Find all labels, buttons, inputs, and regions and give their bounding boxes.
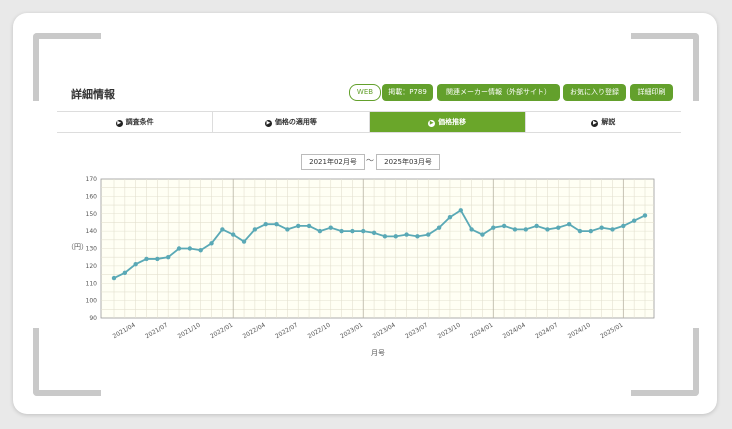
data-point bbox=[231, 232, 236, 237]
data-point bbox=[393, 234, 398, 239]
data-point bbox=[426, 232, 431, 237]
x-tick-label: 2024/01 bbox=[469, 322, 494, 341]
data-point bbox=[296, 223, 301, 229]
y-tick-label: 100 bbox=[86, 298, 98, 305]
x-tick-label: 2023/01 bbox=[339, 322, 364, 341]
data-point bbox=[382, 234, 388, 239]
data-point bbox=[361, 228, 366, 234]
data-point bbox=[415, 234, 420, 239]
data-point bbox=[599, 225, 604, 230]
y-tick-label: 90 bbox=[89, 315, 97, 322]
y-tick-label: 170 bbox=[86, 176, 98, 183]
data-point bbox=[556, 225, 561, 230]
data-point bbox=[133, 261, 138, 267]
data-point bbox=[317, 228, 323, 234]
data-point bbox=[458, 208, 463, 213]
data-point bbox=[404, 232, 409, 237]
x-tick-label: 2021/04 bbox=[112, 322, 137, 341]
y-tick-label: 160 bbox=[86, 193, 98, 200]
data-point bbox=[198, 248, 203, 253]
data-point bbox=[263, 221, 268, 227]
data-point bbox=[252, 227, 258, 232]
x-tick-label: 2023/10 bbox=[437, 322, 462, 341]
x-tick-label: 2025/01 bbox=[599, 322, 624, 341]
x-tick-label: 2024/10 bbox=[567, 322, 592, 341]
data-point bbox=[339, 228, 344, 234]
data-point bbox=[545, 227, 550, 232]
data-point bbox=[588, 228, 594, 234]
data-point bbox=[469, 227, 474, 232]
data-point bbox=[566, 221, 572, 227]
data-point bbox=[274, 221, 279, 227]
x-tick-label: 2024/04 bbox=[502, 322, 527, 341]
data-point bbox=[642, 213, 648, 218]
data-point bbox=[577, 228, 583, 234]
y-tick-label: 140 bbox=[86, 228, 98, 235]
data-point bbox=[241, 239, 247, 244]
data-point bbox=[371, 230, 377, 236]
x-tick-label: 2022/04 bbox=[242, 322, 267, 341]
data-point bbox=[144, 256, 149, 262]
data-point bbox=[523, 227, 528, 232]
data-point bbox=[111, 275, 117, 281]
data-point bbox=[491, 225, 496, 230]
data-point bbox=[122, 270, 128, 276]
data-point bbox=[187, 246, 193, 251]
data-point bbox=[610, 227, 615, 232]
x-tick-label: 2021/10 bbox=[177, 322, 202, 341]
data-point bbox=[285, 227, 290, 232]
data-point bbox=[480, 232, 485, 237]
price-trend-chart: 90100110120130140150160170 2021/04 2021/0… bbox=[86, 176, 655, 341]
x-axis-label: 月号 bbox=[371, 349, 385, 357]
data-point bbox=[501, 223, 507, 229]
data-point bbox=[306, 223, 312, 229]
y-tick-label: 120 bbox=[86, 263, 98, 270]
x-tick-label: 2022/10 bbox=[307, 322, 332, 341]
data-point bbox=[512, 227, 518, 232]
y-axis-label: （円） bbox=[67, 243, 88, 251]
x-tick-label: 2022/07 bbox=[274, 322, 299, 341]
data-point bbox=[631, 218, 637, 223]
data-point bbox=[447, 215, 453, 220]
data-point bbox=[220, 227, 225, 232]
data-point bbox=[350, 228, 355, 234]
data-point bbox=[165, 254, 171, 260]
x-tick-label: 2021/07 bbox=[144, 322, 169, 341]
data-point bbox=[621, 223, 626, 229]
data-point bbox=[155, 256, 160, 262]
x-tick-label: 2023/07 bbox=[404, 322, 429, 341]
data-point bbox=[176, 246, 182, 251]
x-tick-label: 2023/04 bbox=[372, 322, 397, 341]
data-point bbox=[209, 241, 214, 246]
y-tick-label: 110 bbox=[86, 280, 98, 287]
data-point bbox=[534, 223, 539, 229]
x-tick-label: 2022/01 bbox=[209, 322, 234, 341]
y-tick-label: 150 bbox=[86, 211, 98, 218]
data-point bbox=[436, 225, 442, 230]
data-point bbox=[328, 225, 333, 230]
x-tick-label: 2024/07 bbox=[534, 322, 559, 341]
